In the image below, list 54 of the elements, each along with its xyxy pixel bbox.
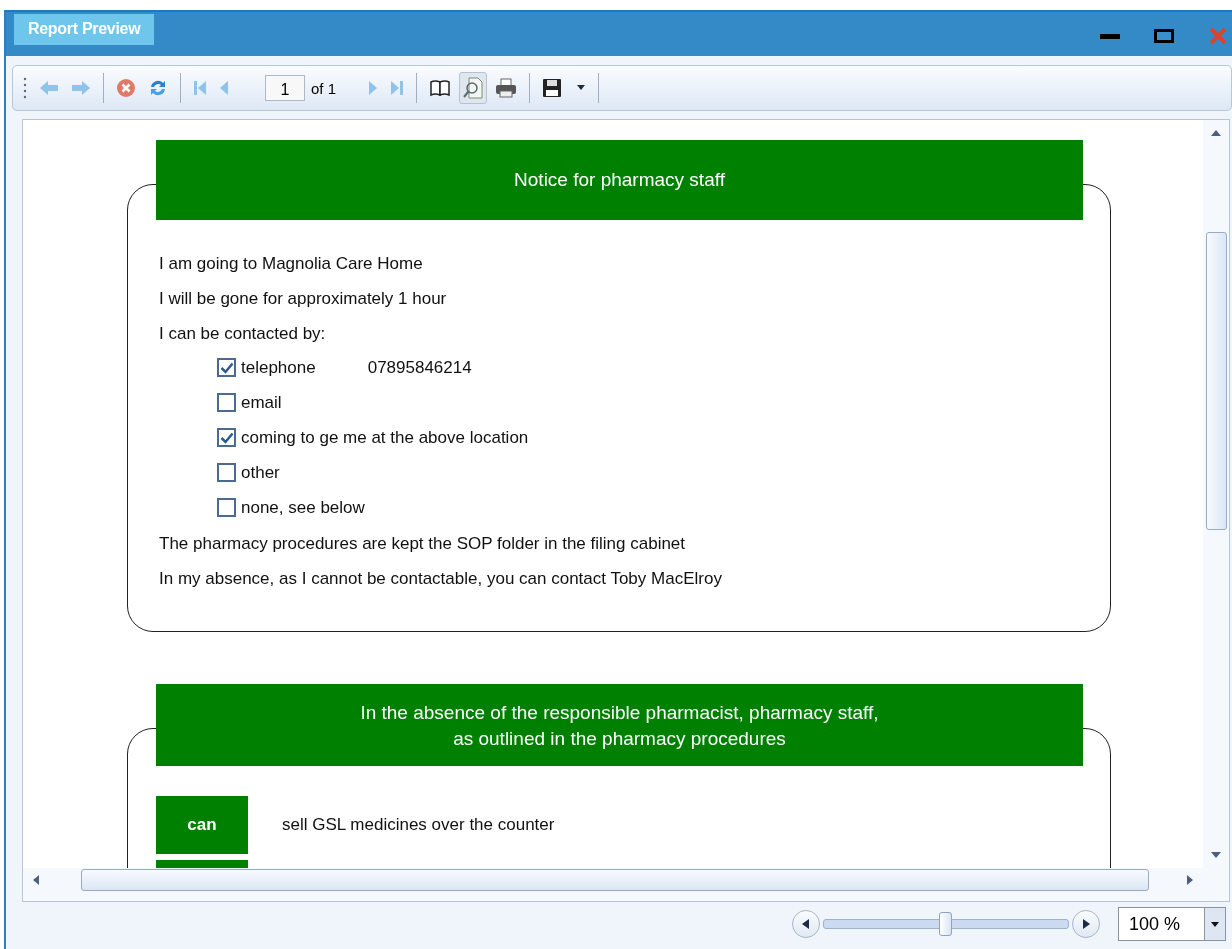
slider-thumb[interactable]	[939, 912, 952, 936]
zoom-in-button[interactable]	[1072, 910, 1100, 938]
back-arrow-icon	[39, 80, 59, 96]
caret-icon	[576, 85, 587, 91]
maximize-icon[interactable]	[1154, 29, 1174, 43]
book-icon	[429, 79, 452, 97]
last-page-icon	[390, 79, 405, 97]
next-page-icon	[368, 79, 379, 97]
section-title: Notice for pharmacy staff	[514, 168, 725, 192]
forward-arrow-icon	[71, 80, 91, 96]
zoom-slider[interactable]	[823, 912, 1069, 936]
printer-icon	[495, 78, 518, 98]
notice-line: I am going to Magnolia Care Home	[159, 253, 424, 275]
right-triangle-icon	[1082, 919, 1090, 929]
magnifier-page-icon	[463, 77, 484, 99]
notice-line: I will be gone for approximately 1 hour	[159, 288, 448, 310]
option-label: email	[241, 392, 282, 414]
scroll-up-icon[interactable]	[1211, 130, 1221, 136]
scroll-down-icon[interactable]	[1211, 852, 1221, 858]
section-title: In the absence of the responsible pharmacist, pharmacy staff,	[360, 701, 879, 725]
option-label: coming to ge me at the above location	[241, 427, 529, 449]
checkbox[interactable]	[217, 498, 236, 517]
first-page-icon	[193, 79, 207, 97]
zoom-dropdown[interactable]: 100 %	[1118, 907, 1226, 941]
scroll-left-icon[interactable]	[33, 875, 39, 885]
permission-tag: can	[156, 796, 248, 854]
notice-line: I can be contacted by:	[159, 323, 327, 345]
option-value: 07895846214	[367, 357, 472, 379]
zoom-out-button[interactable]	[792, 910, 820, 938]
window-title: Report Preview	[14, 14, 155, 45]
refresh-icon	[148, 78, 168, 98]
find-button[interactable]	[459, 72, 488, 104]
permission-text: sell GSL medicines over the counter	[282, 815, 555, 835]
section-title: as outlined in the pharmacy procedures	[453, 727, 786, 751]
checkbox[interactable]	[217, 358, 236, 377]
stop-icon	[116, 78, 136, 98]
option-label: other	[241, 462, 280, 484]
checkbox[interactable]	[217, 428, 236, 447]
grip-icon	[23, 77, 27, 99]
scroll-right-icon[interactable]	[1187, 875, 1193, 885]
minimize-icon[interactable]	[1100, 32, 1120, 40]
page-count: of 1	[311, 79, 337, 97]
checkbox[interactable]	[217, 393, 236, 412]
caret-icon	[1211, 921, 1219, 927]
notice-line: In my absence, as I cannot be contactable, you can contact Toby MacElroy	[159, 568, 723, 590]
option-label: telephone	[241, 357, 316, 379]
page-number-field[interactable]: 1	[265, 75, 305, 101]
notice-line: The pharmacy procedures are kept the SOP folder in the filing cabinet	[159, 533, 687, 555]
option-label: none, see below	[241, 497, 365, 519]
checkbox[interactable]	[217, 463, 236, 482]
scroll-thumb[interactable]	[81, 869, 1149, 891]
previous-page-icon	[219, 79, 229, 97]
left-triangle-icon	[802, 919, 810, 929]
scroll-thumb[interactable]	[1205, 232, 1227, 530]
